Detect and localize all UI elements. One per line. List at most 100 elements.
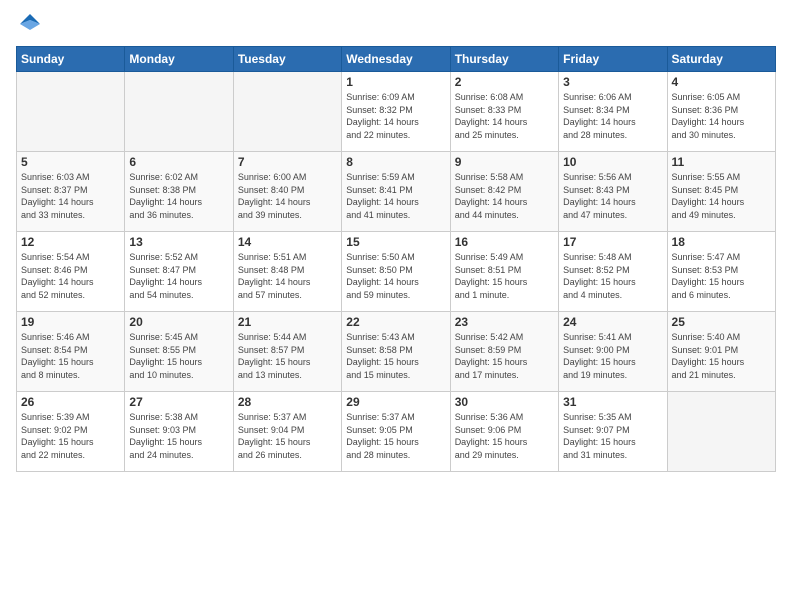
calendar-cell: 24 Sunrise: 5:41 AM Sunset: 9:00 PM Dayli… — [559, 312, 667, 392]
day-number: 26 — [21, 395, 120, 409]
day-number: 14 — [238, 235, 337, 249]
day-number: 31 — [563, 395, 662, 409]
day-number: 27 — [129, 395, 228, 409]
calendar-cell: 2 Sunrise: 6:08 AM Sunset: 8:33 PM Daylig… — [450, 72, 558, 152]
day-info: Sunrise: 5:54 AM Sunset: 8:46 PM Dayligh… — [21, 251, 120, 301]
week-row-1: 5 Sunrise: 6:03 AM Sunset: 8:37 PM Daylig… — [17, 152, 776, 232]
week-row-0: 1 Sunrise: 6:09 AM Sunset: 8:32 PM Daylig… — [17, 72, 776, 152]
day-info: Sunrise: 5:37 AM Sunset: 9:05 PM Dayligh… — [346, 411, 445, 461]
day-info: Sunrise: 5:40 AM Sunset: 9:01 PM Dayligh… — [672, 331, 771, 381]
day-number: 4 — [672, 75, 771, 89]
calendar-cell: 15 Sunrise: 5:50 AM Sunset: 8:50 PM Dayli… — [342, 232, 450, 312]
calendar-cell: 29 Sunrise: 5:37 AM Sunset: 9:05 PM Dayli… — [342, 392, 450, 472]
day-info: Sunrise: 5:52 AM Sunset: 8:47 PM Dayligh… — [129, 251, 228, 301]
calendar-cell: 8Sunrise: 5:59 AM Sunset: 8:41 PM Daylig… — [342, 152, 450, 232]
calendar-cell: 17 Sunrise: 5:48 AM Sunset: 8:52 PM Dayli… — [559, 232, 667, 312]
calendar-cell: 26 Sunrise: 5:39 AM Sunset: 9:02 PM Dayli… — [17, 392, 125, 472]
calendar-cell: 14 Sunrise: 5:51 AM Sunset: 8:48 PM Dayli… — [233, 232, 341, 312]
day-info: Sunrise: 5:55 AM Sunset: 8:45 PM Dayligh… — [672, 171, 771, 221]
day-info: Sunrise: 5:35 AM Sunset: 9:07 PM Dayligh… — [563, 411, 662, 461]
day-info: Sunrise: 6:00 AM Sunset: 8:40 PM Dayligh… — [238, 171, 337, 221]
day-number: 16 — [455, 235, 554, 249]
day-info: Sunrise: 5:49 AM Sunset: 8:51 PM Dayligh… — [455, 251, 554, 301]
day-number: 17 — [563, 235, 662, 249]
day-number: 18 — [672, 235, 771, 249]
day-info: Sunrise: 5:37 AM Sunset: 9:04 PM Dayligh… — [238, 411, 337, 461]
calendar-cell: 28 Sunrise: 5:37 AM Sunset: 9:04 PM Dayli… — [233, 392, 341, 472]
day-info: Sunrise: 5:42 AM Sunset: 8:59 PM Dayligh… — [455, 331, 554, 381]
calendar-cell: 13Sunrise: 5:52 AM Sunset: 8:47 PM Dayli… — [125, 232, 233, 312]
calendar-cell: 30 Sunrise: 5:36 AM Sunset: 9:06 PM Dayli… — [450, 392, 558, 472]
day-info: Sunrise: 6:06 AM Sunset: 8:34 PM Dayligh… — [563, 91, 662, 141]
weekday-thursday: Thursday — [450, 47, 558, 72]
calendar-cell: 6 Sunrise: 6:02 AM Sunset: 8:38 PM Daylig… — [125, 152, 233, 232]
day-info: Sunrise: 5:38 AM Sunset: 9:03 PM Dayligh… — [129, 411, 228, 461]
day-number: 11 — [672, 155, 771, 169]
day-info: Sunrise: 5:43 AM Sunset: 8:58 PM Dayligh… — [346, 331, 445, 381]
day-info: Sunrise: 5:45 AM Sunset: 8:55 PM Dayligh… — [129, 331, 228, 381]
calendar-table: SundayMondayTuesdayWednesdayThursdayFrid… — [16, 46, 776, 472]
day-number: 5 — [21, 155, 120, 169]
weekday-saturday: Saturday — [667, 47, 775, 72]
calendar-cell: 10Sunrise: 5:56 AM Sunset: 8:43 PM Dayli… — [559, 152, 667, 232]
day-number: 15 — [346, 235, 445, 249]
day-number: 12 — [21, 235, 120, 249]
day-info: Sunrise: 6:09 AM Sunset: 8:32 PM Dayligh… — [346, 91, 445, 141]
calendar-cell: 5 Sunrise: 6:03 AM Sunset: 8:37 PM Daylig… — [17, 152, 125, 232]
calendar-cell: 3 Sunrise: 6:06 AM Sunset: 8:34 PM Daylig… — [559, 72, 667, 152]
day-info: Sunrise: 5:39 AM Sunset: 9:02 PM Dayligh… — [21, 411, 120, 461]
day-info: Sunrise: 5:48 AM Sunset: 8:52 PM Dayligh… — [563, 251, 662, 301]
day-info: Sunrise: 5:44 AM Sunset: 8:57 PM Dayligh… — [238, 331, 337, 381]
day-info: Sunrise: 6:05 AM Sunset: 8:36 PM Dayligh… — [672, 91, 771, 141]
day-number: 23 — [455, 315, 554, 329]
calendar-cell: 4 Sunrise: 6:05 AM Sunset: 8:36 PM Daylig… — [667, 72, 775, 152]
day-number: 2 — [455, 75, 554, 89]
day-info: Sunrise: 5:36 AM Sunset: 9:06 PM Dayligh… — [455, 411, 554, 461]
day-number: 7 — [238, 155, 337, 169]
day-info: Sunrise: 5:59 AM Sunset: 8:41 PM Dayligh… — [346, 171, 445, 221]
calendar-cell: 16 Sunrise: 5:49 AM Sunset: 8:51 PM Dayli… — [450, 232, 558, 312]
week-row-2: 12 Sunrise: 5:54 AM Sunset: 8:46 PM Dayli… — [17, 232, 776, 312]
day-info: Sunrise: 6:03 AM Sunset: 8:37 PM Dayligh… — [21, 171, 120, 221]
calendar-cell: 12 Sunrise: 5:54 AM Sunset: 8:46 PM Dayli… — [17, 232, 125, 312]
day-info: Sunrise: 5:41 AM Sunset: 9:00 PM Dayligh… — [563, 331, 662, 381]
calendar-cell: 7 Sunrise: 6:00 AM Sunset: 8:40 PM Daylig… — [233, 152, 341, 232]
day-info: Sunrise: 5:50 AM Sunset: 8:50 PM Dayligh… — [346, 251, 445, 301]
day-number: 9 — [455, 155, 554, 169]
day-number: 10 — [563, 155, 662, 169]
logo-icon — [16, 10, 44, 38]
day-number: 6 — [129, 155, 228, 169]
day-info: Sunrise: 6:02 AM Sunset: 8:38 PM Dayligh… — [129, 171, 228, 221]
day-number: 1 — [346, 75, 445, 89]
day-info: Sunrise: 5:51 AM Sunset: 8:48 PM Dayligh… — [238, 251, 337, 301]
calendar-cell — [667, 392, 775, 472]
day-number: 25 — [672, 315, 771, 329]
day-number: 3 — [563, 75, 662, 89]
weekday-monday: Monday — [125, 47, 233, 72]
calendar-cell: 1 Sunrise: 6:09 AM Sunset: 8:32 PM Daylig… — [342, 72, 450, 152]
calendar-cell: 21 Sunrise: 5:44 AM Sunset: 8:57 PM Dayli… — [233, 312, 341, 392]
day-number: 19 — [21, 315, 120, 329]
weekday-sunday: Sunday — [17, 47, 125, 72]
calendar-cell: 31 Sunrise: 5:35 AM Sunset: 9:07 PM Dayli… — [559, 392, 667, 472]
calendar-cell — [233, 72, 341, 152]
logo — [16, 10, 48, 38]
weekday-header-row: SundayMondayTuesdayWednesdayThursdayFrid… — [17, 47, 776, 72]
calendar-cell — [125, 72, 233, 152]
calendar-cell: 22 Sunrise: 5:43 AM Sunset: 8:58 PM Dayli… — [342, 312, 450, 392]
day-number: 24 — [563, 315, 662, 329]
week-row-3: 19Sunrise: 5:46 AM Sunset: 8:54 PM Dayli… — [17, 312, 776, 392]
calendar-cell — [17, 72, 125, 152]
day-number: 20 — [129, 315, 228, 329]
day-number: 30 — [455, 395, 554, 409]
day-info: Sunrise: 5:47 AM Sunset: 8:53 PM Dayligh… — [672, 251, 771, 301]
day-number: 21 — [238, 315, 337, 329]
day-info: Sunrise: 5:58 AM Sunset: 8:42 PM Dayligh… — [455, 171, 554, 221]
day-info: Sunrise: 6:08 AM Sunset: 8:33 PM Dayligh… — [455, 91, 554, 141]
calendar-cell: 18 Sunrise: 5:47 AM Sunset: 8:53 PM Dayli… — [667, 232, 775, 312]
header — [16, 10, 776, 38]
day-number: 28 — [238, 395, 337, 409]
calendar-cell: 20 Sunrise: 5:45 AM Sunset: 8:55 PM Dayli… — [125, 312, 233, 392]
day-number: 29 — [346, 395, 445, 409]
day-number: 22 — [346, 315, 445, 329]
